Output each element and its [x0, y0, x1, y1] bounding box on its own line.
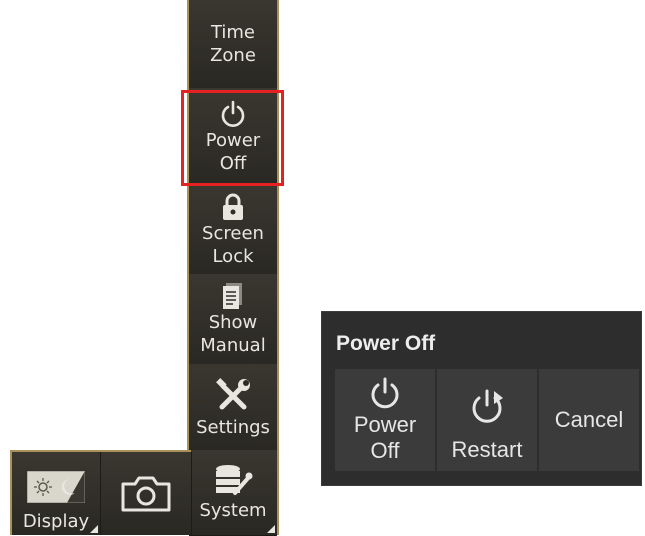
side-menu: Time Zone Power Off Screen Lock Show Man… [187, 0, 279, 536]
menu-item-system[interactable]: System [189, 450, 277, 536]
menu-item-power-off[interactable]: Power Off [189, 88, 277, 187]
menu-item-show-manual[interactable]: Show Manual [189, 274, 277, 365]
wrench-screwdriver-icon [213, 376, 253, 416]
display-button[interactable]: Display [12, 452, 101, 535]
display-label: Display [22, 511, 90, 532]
cancel-button[interactable]: Cancel [539, 369, 639, 471]
camera-button[interactable] [101, 452, 192, 535]
menu-item-label: Settings [196, 416, 270, 438]
corner-indicator [90, 525, 98, 533]
menu-item-time-zone[interactable]: Time Zone [189, 0, 277, 89]
sun-moon-icon [27, 471, 85, 503]
power-off-label: Power Off [353, 412, 417, 463]
lock-icon [220, 192, 246, 222]
power-off-button[interactable]: Power Off [335, 369, 435, 471]
menu-item-label: System [199, 500, 267, 521]
manual-icon [221, 281, 245, 311]
power-off-dialog: Power Off Power Off Restart Cancel [321, 311, 642, 486]
restart-icon [467, 387, 507, 427]
menu-item-label: Power Off [205, 130, 261, 174]
power-icon [218, 99, 248, 129]
camera-icon [119, 474, 173, 514]
menu-item-settings[interactable]: Settings [189, 364, 277, 451]
cancel-label: Cancel [554, 407, 624, 432]
menu-item-label: Time Zone [210, 22, 256, 66]
dialog-title: Power Off [336, 332, 436, 355]
bottom-bar: Display [10, 450, 192, 535]
power-icon [367, 376, 403, 412]
restart-button[interactable]: Restart [437, 369, 537, 471]
menu-item-label: Screen Lock [202, 223, 264, 267]
corner-indicator [267, 525, 275, 533]
database-wrench-icon [213, 463, 253, 499]
restart-label: Restart [451, 437, 523, 462]
menu-item-screen-lock[interactable]: Screen Lock [189, 186, 277, 275]
menu-item-label: Show Manual [200, 312, 266, 356]
